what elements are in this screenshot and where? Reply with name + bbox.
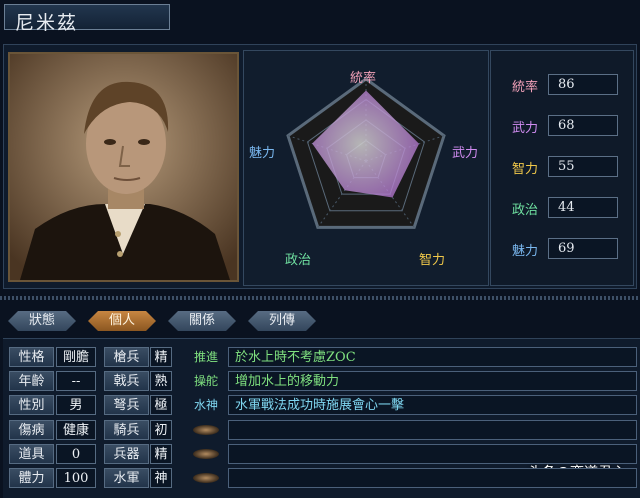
radar-label-intelligence: 智力 bbox=[419, 253, 446, 268]
troop-aptitude-value: 極 bbox=[150, 395, 172, 416]
profile-value: 剛膽 bbox=[56, 347, 96, 367]
troop-aptitude-value: 精 bbox=[150, 347, 172, 367]
troop-aptitude-label: 兵器 bbox=[104, 443, 149, 464]
profile-label: 傷病 bbox=[9, 419, 54, 440]
section-divider bbox=[0, 296, 640, 300]
skill-name[interactable]: 水神 bbox=[188, 395, 224, 415]
stat-value: 69 bbox=[548, 238, 618, 259]
skill-description bbox=[228, 443, 637, 464]
troop-aptitude-label: 水軍 bbox=[104, 468, 149, 488]
tab-2[interactable]: 關係 bbox=[168, 311, 236, 331]
skill-description: 於水上時不考慮ZOC bbox=[228, 347, 637, 367]
troop-aptitude-label: 槍兵 bbox=[104, 347, 149, 367]
skill-description: 水軍戰法成功時施展會心一擊 bbox=[228, 395, 637, 416]
tab-3[interactable]: 列傳 bbox=[248, 311, 316, 331]
skill-name[interactable]: 操舵 bbox=[188, 371, 224, 391]
radar-label-leadership: 統率 bbox=[350, 71, 377, 86]
radar-label-war: 武力 bbox=[452, 146, 479, 161]
character-name: 尼米茲 bbox=[15, 12, 79, 34]
troop-aptitude-value: 熟 bbox=[150, 371, 172, 392]
troop-aptitude-label: 戟兵 bbox=[104, 371, 149, 392]
stat-label: 智力 bbox=[511, 162, 538, 177]
profile-label: 性格 bbox=[9, 347, 54, 367]
empty-skill-icon bbox=[193, 424, 219, 435]
profile-value: 男 bbox=[56, 395, 96, 416]
profile-value: 100 bbox=[56, 468, 96, 488]
stat-value: 86 bbox=[548, 74, 618, 95]
troop-aptitude-value: 初 bbox=[150, 419, 172, 440]
skill-name[interactable]: 推進 bbox=[188, 347, 224, 367]
empty-skill-icon bbox=[193, 448, 219, 459]
troop-aptitude-label: 弩兵 bbox=[104, 395, 149, 416]
radar-label-politics: 政治 bbox=[285, 253, 312, 268]
stat-label: 武力 bbox=[511, 121, 538, 136]
profile-label: 性別 bbox=[9, 395, 54, 416]
troop-aptitude-value: 神 bbox=[150, 468, 172, 488]
troop-aptitude-value: 精 bbox=[150, 443, 172, 464]
skill-description bbox=[228, 419, 637, 440]
empty-skill-icon bbox=[193, 473, 219, 483]
profile-value: 健康 bbox=[56, 419, 96, 440]
stat-value: 55 bbox=[548, 156, 618, 177]
stat-label: 魅力 bbox=[511, 244, 538, 259]
stat-label: 政治 bbox=[511, 203, 538, 218]
stat-value: 68 bbox=[548, 115, 618, 136]
radar-label-charm: 魅力 bbox=[249, 146, 276, 161]
tab-0[interactable]: 狀態 bbox=[8, 311, 76, 331]
troop-aptitude-label: 騎兵 bbox=[104, 419, 149, 440]
stat-label: 統率 bbox=[511, 80, 538, 95]
skill-description: 增加水上的移動力 bbox=[228, 371, 637, 392]
stat-value: 44 bbox=[548, 197, 618, 218]
profile-value: 0 bbox=[56, 443, 96, 464]
profile-label: 年齡 bbox=[9, 371, 54, 392]
profile-value: -- bbox=[56, 371, 96, 392]
profile-label: 體力 bbox=[9, 468, 54, 488]
tab-1[interactable]: 個人 bbox=[88, 311, 156, 331]
character-portrait bbox=[10, 54, 237, 280]
character-name-box: 尼米茲 bbox=[4, 4, 170, 34]
skill-description bbox=[228, 468, 637, 488]
profile-label: 道具 bbox=[9, 443, 54, 464]
